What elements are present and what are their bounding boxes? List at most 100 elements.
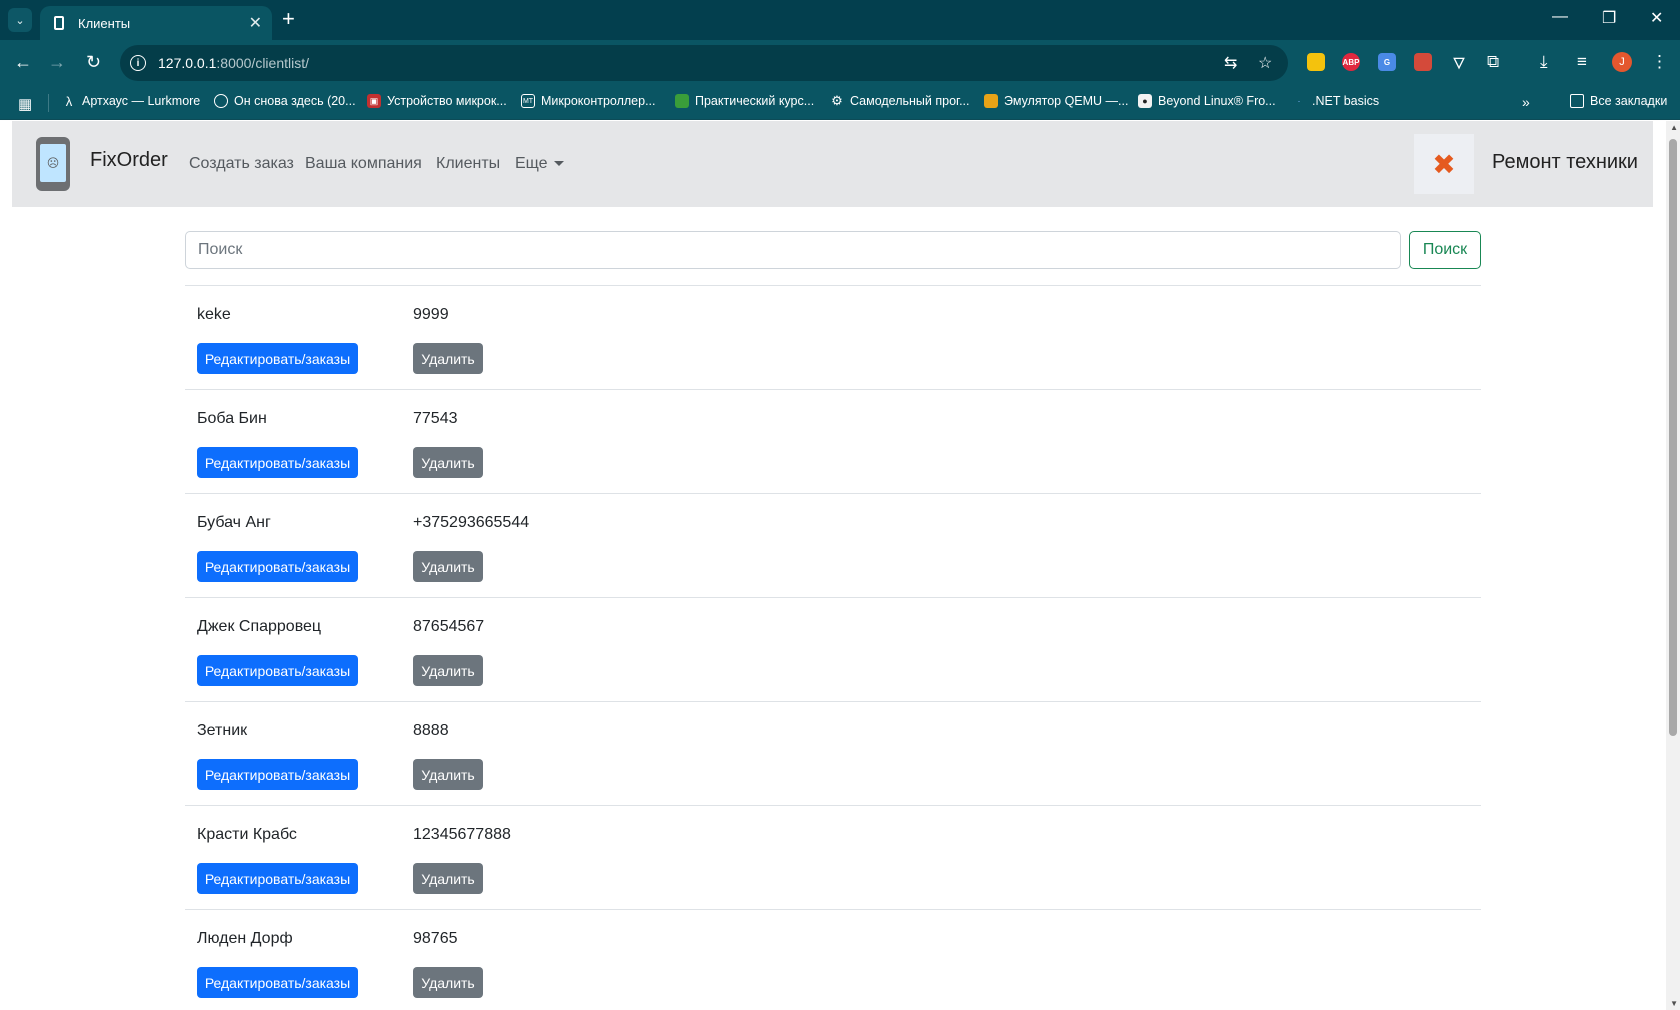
- forward-arrow-icon[interactable]: →: [48, 52, 66, 73]
- nav-create-order[interactable]: Создать заказ: [189, 155, 294, 173]
- minimize-icon[interactable]: —: [1552, 8, 1568, 26]
- search-button[interactable]: Поиск: [1409, 231, 1481, 269]
- client-phone: +375293665544: [413, 514, 530, 531]
- bookmark-item[interactable]: λ Артхаус — Lurkmore: [62, 93, 201, 109]
- restore-icon[interactable]: ❐: [1602, 8, 1616, 28]
- bookmark-item[interactable]: ▣ Устройство микрок...: [367, 94, 507, 108]
- client-phone: 8888: [413, 722, 449, 739]
- site-info-icon[interactable]: i: [130, 55, 146, 71]
- keep-extension-icon[interactable]: [1307, 53, 1325, 71]
- mt-icon: MT: [521, 94, 535, 108]
- scroll-down-icon[interactable]: ▼: [1670, 999, 1678, 1008]
- client-phone: 87654567: [413, 618, 485, 635]
- apps-grid-icon[interactable]: ▦: [18, 95, 32, 113]
- profile-avatar[interactable]: J: [1612, 52, 1632, 72]
- globe-icon: [214, 94, 228, 108]
- client-row: Боба Бин 77543 Редактировать/заказы Удал…: [185, 389, 1481, 493]
- client-phone: 77543: [413, 410, 458, 427]
- page-viewport: ☹ FixOrder Создать заказ Ваша компания К…: [0, 121, 1680, 1010]
- edit-orders-button[interactable]: Редактировать/заказы: [197, 551, 358, 582]
- page-scrollbar[interactable]: ▲ ▼: [1666, 121, 1680, 1010]
- tab-close-icon[interactable]: ✕: [249, 13, 262, 33]
- repair-title: Ремонт техники: [1492, 151, 1638, 173]
- delete-button[interactable]: Удалить: [413, 343, 483, 374]
- nav-more-dropdown[interactable]: Еще: [515, 155, 564, 173]
- delete-button[interactable]: Удалить: [413, 759, 483, 790]
- edit-orders-button[interactable]: Редактировать/заказы: [197, 655, 358, 686]
- bookmark-item[interactable]: Эмулятор QEMU —...: [984, 94, 1128, 108]
- gear-icon: ⚙: [831, 93, 843, 108]
- client-name: Джек Спарровец: [197, 618, 322, 635]
- client-name: keke: [197, 306, 231, 323]
- browser-menu-icon[interactable]: ⋮: [1651, 52, 1668, 72]
- delete-button[interactable]: Удалить: [413, 447, 483, 478]
- address-bar[interactable]: i 127.0.0.1:8000/clientlist/ ⇆ ☆: [120, 45, 1288, 81]
- edit-orders-button[interactable]: Редактировать/заказы: [197, 967, 358, 998]
- client-row: Джек Спарровец 87654567 Редактировать/за…: [185, 597, 1481, 701]
- client-phone: 12345677888: [413, 826, 511, 843]
- scroll-up-icon[interactable]: ▲: [1670, 123, 1678, 132]
- client-name: Люден Дорф: [197, 930, 293, 947]
- downloads-icon[interactable]: ⤓: [1540, 52, 1548, 72]
- client-list: keke 9999 Редактировать/заказы Удалить Б…: [185, 285, 1481, 1010]
- extensions-puzzle-icon[interactable]: ⧉: [1487, 52, 1499, 72]
- browser-tab-active[interactable]: Клиенты ✕: [40, 6, 272, 40]
- delete-button[interactable]: Удалить: [413, 655, 483, 686]
- delete-button[interactable]: Удалить: [413, 863, 483, 894]
- edit-orders-button[interactable]: Редактировать/заказы: [197, 343, 358, 374]
- bookmarks-bar: ▦ λ Артхаус — Lurkmore Он снова здесь (20…: [0, 86, 1680, 120]
- bookmark-item[interactable]: MT Микроконтроллер...: [521, 94, 656, 108]
- url-path: :8000/clientlist/: [216, 55, 309, 71]
- delete-button[interactable]: Удалить: [413, 967, 483, 998]
- brand-name[interactable]: FixOrder: [90, 149, 168, 172]
- client-row: Красти Крабс 12345677888 Редактировать/з…: [185, 805, 1481, 909]
- new-tab-plus-icon[interactable]: +: [282, 6, 295, 32]
- client-row: Зетник 8888 Редактировать/заказы Удалить: [185, 701, 1481, 805]
- nav-company[interactable]: Ваша компания: [305, 155, 422, 173]
- all-bookmarks[interactable]: Все закладки: [1570, 94, 1667, 108]
- client-name: Красти Крабс: [197, 826, 297, 843]
- extension-red-icon[interactable]: [1414, 53, 1432, 71]
- url-host: 127.0.0.1: [158, 55, 217, 71]
- site-navbar: ☹ FixOrder Создать заказ Ваша компания К…: [12, 121, 1653, 207]
- browser-tabstrip: ⌄ Клиенты ✕ + — ❐ ✕: [0, 0, 1680, 40]
- repair-logo-wrench-icon: ✖: [1414, 134, 1474, 194]
- client-name: Бубач Анг: [197, 514, 271, 531]
- back-arrow-icon[interactable]: ←: [14, 52, 32, 73]
- tab-title: Клиенты: [78, 15, 131, 31]
- edit-orders-button[interactable]: Редактировать/заказы: [197, 447, 358, 478]
- fixorder-logo-phone-icon[interactable]: ☹: [36, 137, 70, 191]
- chip-icon: ▣: [367, 94, 381, 108]
- client-phone: 98765: [413, 930, 458, 947]
- tux-icon: ●: [1138, 94, 1152, 108]
- nav-clients[interactable]: Клиенты: [436, 155, 500, 173]
- course-icon: [675, 94, 689, 108]
- client-name: Боба Бин: [197, 410, 267, 427]
- delete-button[interactable]: Удалить: [413, 551, 483, 582]
- adblock-extension-icon[interactable]: ABP: [1342, 53, 1360, 71]
- bookmark-item[interactable]: Практический курс...: [675, 94, 814, 108]
- scroll-thumb[interactable]: [1669, 139, 1677, 736]
- bookmarks-overflow-icon[interactable]: »: [1522, 94, 1530, 110]
- lambda-icon: λ: [65, 93, 73, 109]
- media-control-icon[interactable]: ≡: [1577, 52, 1587, 72]
- translate-icon[interactable]: ⇆: [1224, 53, 1237, 73]
- tab-search-chevron-icon[interactable]: ⌄: [8, 8, 32, 32]
- edit-orders-button[interactable]: Редактировать/заказы: [197, 759, 358, 790]
- client-phone: 9999: [413, 306, 449, 323]
- bookmark-star-icon[interactable]: ☆: [1258, 53, 1272, 73]
- reload-icon[interactable]: ↻: [86, 52, 101, 73]
- edit-orders-button[interactable]: Редактировать/заказы: [197, 863, 358, 894]
- bookmark-item[interactable]: Он снова здесь (20...: [214, 94, 356, 108]
- search-input[interactable]: [185, 231, 1401, 269]
- client-row: keke 9999 Редактировать/заказы Удалить: [185, 285, 1481, 389]
- browser-toolbar: ← → ↻ i 127.0.0.1:8000/clientlist/ ⇆ ☆ A…: [0, 40, 1680, 86]
- caret-down-icon: [553, 161, 564, 167]
- qemu-icon: [984, 94, 998, 108]
- translate-extension-icon[interactable]: G: [1378, 53, 1396, 71]
- bookmark-item[interactable]: · .NET basics: [1292, 94, 1380, 108]
- bookmark-item[interactable]: ⚙ Самодельный прог...: [830, 93, 969, 108]
- bookmark-item[interactable]: ● Beyond Linux® Fro...: [1138, 94, 1276, 108]
- extension-triangle-icon[interactable]: ▽: [1450, 53, 1468, 71]
- window-close-icon[interactable]: ✕: [1650, 8, 1663, 28]
